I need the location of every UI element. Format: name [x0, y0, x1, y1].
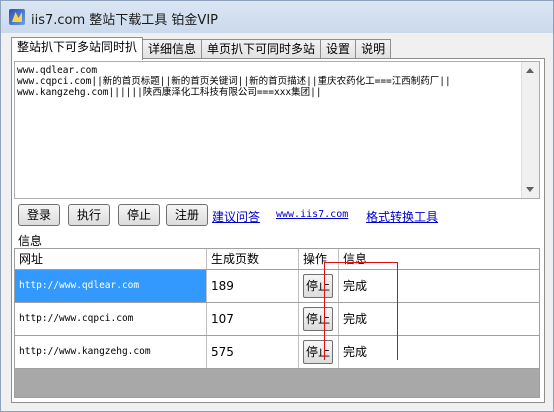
row-stop-button[interactable]: 停止 — [303, 340, 333, 364]
execute-button[interactable]: 执行 — [68, 204, 110, 226]
site-line: www.kangzehg.com||||||陕西康泽化工科技有限公司===xxx… — [17, 87, 322, 98]
window-title: iis7.com 整站下载工具 铂金VIP — [31, 13, 218, 28]
register-button[interactable]: 注册 — [166, 204, 208, 226]
results-grid: 网址 生成页数 操作 信息 http://www.qdlear.com 189 … — [14, 248, 540, 398]
url-cell[interactable]: http://www.kangzehg.com — [15, 336, 207, 368]
column-header-url[interactable]: 网址 — [15, 249, 207, 269]
feedback-link[interactable]: 建议问答 — [212, 208, 260, 225]
scroll-up-arrow-icon[interactable] — [526, 68, 534, 73]
site-list-text: www.qdlear.com www.cqpci.com||新的首页标题||新的首… — [17, 65, 519, 98]
login-button[interactable]: 登录 — [18, 204, 60, 226]
site-list-textarea[interactable]: www.qdlear.com www.cqpci.com||新的首页标题||新的首… — [14, 61, 540, 199]
app-logo-icon — [9, 9, 25, 25]
table-row[interactable]: http://www.kangzehg.com 575 停止 完成 — [15, 336, 539, 369]
info-cell: 完成 — [343, 312, 368, 326]
site-line: www.cqpci.com||新的首页标题||新的首页关键词||新的首页描述||… — [17, 76, 451, 87]
row-stop-button[interactable]: 停止 — [303, 307, 333, 331]
site-line: www.qdlear.com — [17, 65, 98, 76]
info-section-label: 信息 — [18, 234, 43, 248]
format-tool-link[interactable]: 格式转换工具 — [366, 208, 438, 225]
pages-cell: 189 — [207, 270, 299, 302]
info-cell: 完成 — [343, 345, 368, 359]
pages-cell: 107 — [207, 303, 299, 335]
stop-button[interactable]: 停止 — [118, 204, 160, 226]
column-header-info[interactable]: 信息 — [339, 249, 539, 269]
grid-header: 网址 生成页数 操作 信息 — [15, 249, 539, 270]
table-row[interactable]: http://www.qdlear.com 189 停止 完成 — [15, 270, 539, 303]
tab-details[interactable]: 详细信息 — [142, 39, 203, 60]
site-link[interactable]: www.iis7.com — [276, 209, 348, 220]
column-header-pages[interactable]: 生成页数 — [207, 249, 299, 269]
tab-single-page[interactable]: 单页扒下可同时多站 — [201, 39, 322, 60]
url-cell[interactable]: http://www.qdlear.com — [15, 270, 207, 302]
url-cell[interactable]: http://www.cqpci.com — [15, 303, 207, 335]
textarea-scrollbar[interactable] — [521, 62, 539, 198]
title-bar[interactable]: iis7.com 整站下载工具 铂金VIP — [1, 1, 553, 33]
scroll-down-arrow-icon[interactable] — [526, 187, 534, 192]
table-row[interactable]: http://www.cqpci.com 107 停止 完成 — [15, 303, 539, 336]
tab-help[interactable]: 说明 — [355, 39, 392, 60]
column-header-action[interactable]: 操作 — [299, 249, 339, 269]
row-stop-button[interactable]: 停止 — [303, 274, 333, 298]
annotation-line — [324, 262, 325, 360]
tab-multi-site[interactable]: 整站扒下可多站同时扒 — [11, 37, 144, 60]
annotation-line — [324, 262, 398, 263]
pages-cell: 575 — [207, 336, 299, 368]
info-cell: 完成 — [343, 279, 368, 293]
tab-bar: 整站扒下可多站同时扒 详细信息 单页扒下可同时多站 设置 说明 — [11, 37, 392, 60]
tab-settings[interactable]: 设置 — [320, 39, 357, 60]
annotation-line — [397, 262, 398, 360]
